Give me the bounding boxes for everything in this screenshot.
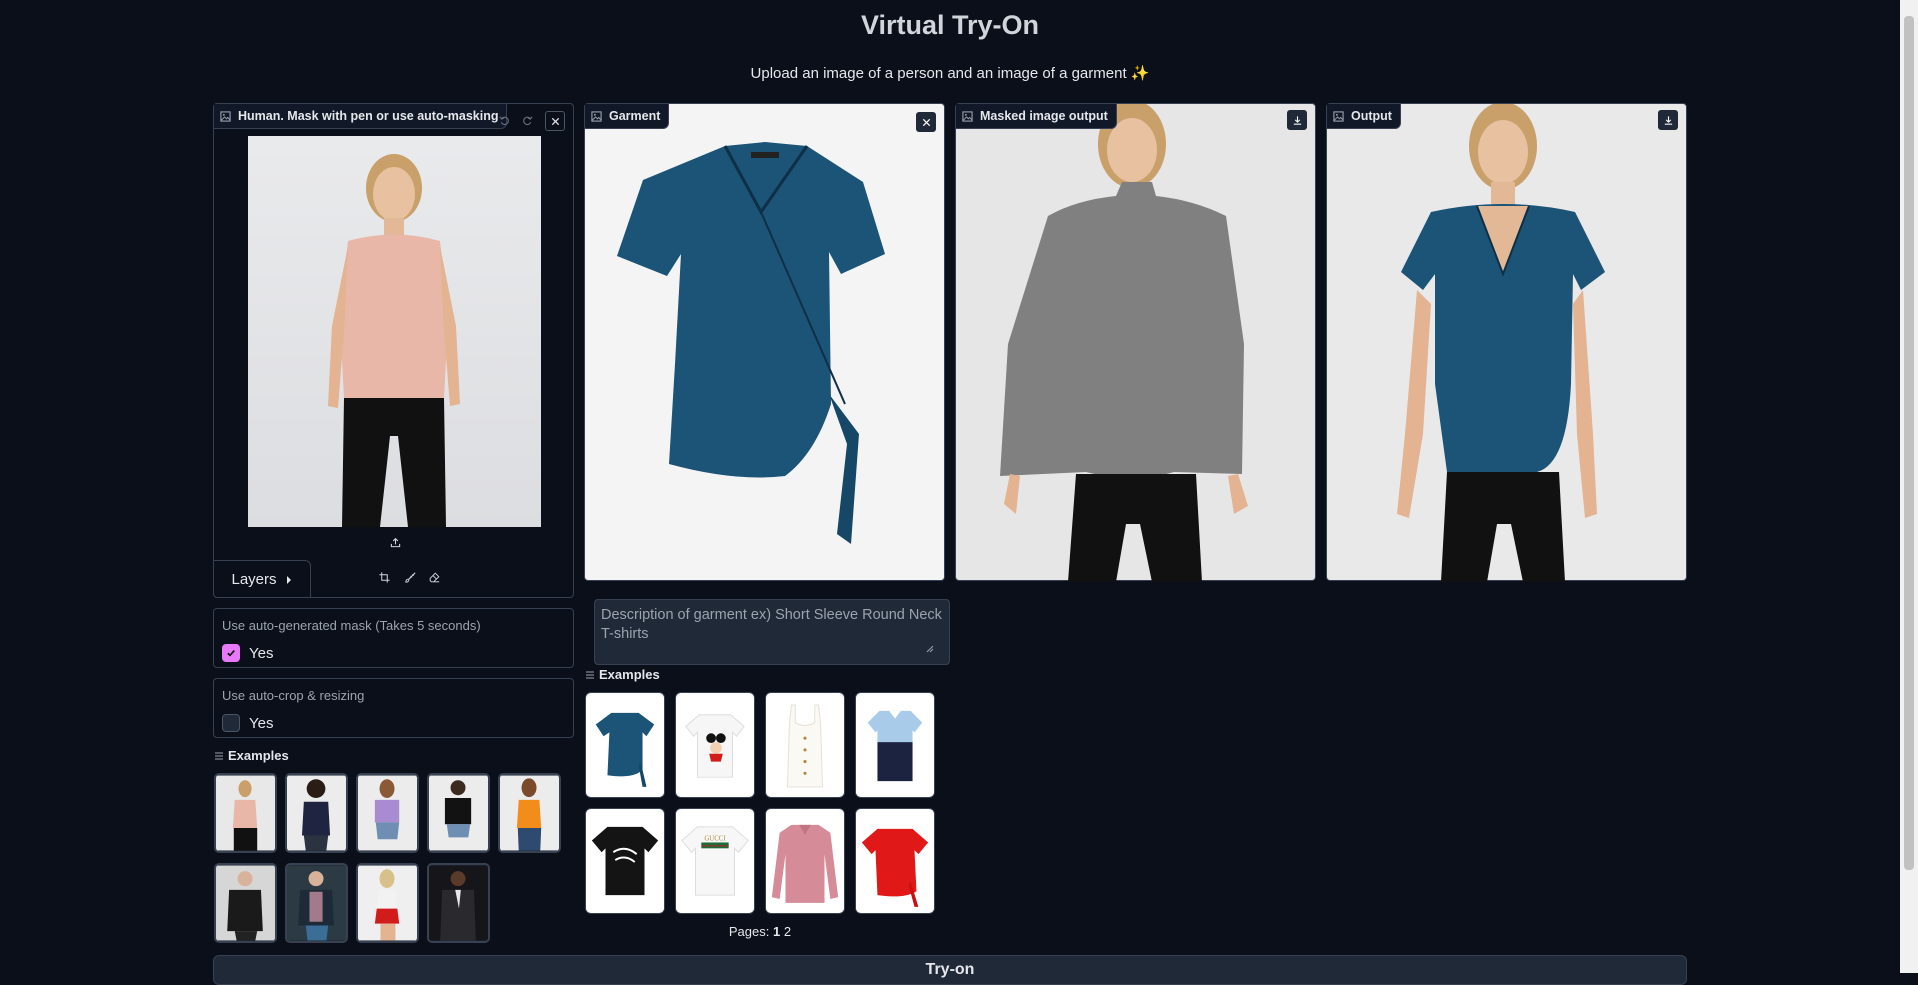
undo-icon[interactable] xyxy=(495,111,513,129)
garment-examples-title-text: Examples xyxy=(599,667,660,682)
garment-example-7[interactable] xyxy=(765,808,845,914)
masked-image xyxy=(1000,104,1248,582)
garment-panel-label: Garment xyxy=(585,104,670,129)
caret-right-icon xyxy=(286,575,291,584)
svg-text:GUCCI: GUCCI xyxy=(704,836,726,843)
resize-handle-icon[interactable] xyxy=(926,640,934,653)
download-icon[interactable] xyxy=(1287,110,1307,130)
scrollbar-thumb[interactable] xyxy=(1904,16,1914,870)
page-title: Virtual Try-On xyxy=(860,10,1040,40)
human-example-3[interactable] xyxy=(356,773,419,853)
garment-example-4[interactable] xyxy=(855,692,935,798)
human-image-editor[interactable]: Human. Mask with pen or use auto-masking… xyxy=(213,103,574,598)
crop-icon[interactable] xyxy=(374,567,394,587)
output-panel-label: Output xyxy=(1327,104,1401,129)
image-icon xyxy=(962,110,973,122)
brush-icon[interactable] xyxy=(400,567,420,587)
garment-example-2[interactable] xyxy=(675,692,755,798)
auto-mask-checkbox[interactable]: Yes xyxy=(222,644,273,662)
auto-mask-choice-label: Yes xyxy=(249,644,274,662)
checkbox-unchecked-icon[interactable] xyxy=(222,714,240,732)
garment-example-6[interactable]: GUCCI xyxy=(675,808,755,914)
download-icon[interactable] xyxy=(1658,110,1678,130)
human-image[interactable] xyxy=(248,136,541,527)
human-panel-label: Human. Mask with pen or use auto-masking xyxy=(214,104,508,129)
list-icon xyxy=(586,671,594,678)
masked-panel-label-text: Masked image output xyxy=(980,109,1108,123)
pages-label: Pages: xyxy=(728,924,770,939)
upload-icon[interactable] xyxy=(386,533,404,551)
masked-image-panel: Masked image output xyxy=(955,103,1316,582)
page-subtitle: Upload an image of a person and an image… xyxy=(750,65,1150,82)
layers-label: Layers xyxy=(231,571,277,588)
image-icon xyxy=(591,110,602,122)
redo-icon[interactable] xyxy=(518,111,536,129)
scrollbar[interactable] xyxy=(1900,0,1918,973)
human-example-2[interactable] xyxy=(285,773,348,853)
auto-crop-info: Use auto-crop & resizing xyxy=(222,688,365,703)
garment-image xyxy=(617,142,885,544)
garment-panel-label-text: Garment xyxy=(609,109,661,123)
human-panel-label-text: Human. Mask with pen or use auto-masking xyxy=(238,109,499,123)
image-icon xyxy=(1333,110,1344,122)
human-examples-title-text: Examples xyxy=(228,748,289,763)
auto-crop-choice-label: Yes xyxy=(249,714,274,732)
layers-button[interactable]: Layers xyxy=(214,560,311,598)
eraser-icon[interactable] xyxy=(424,567,444,587)
image-icon xyxy=(220,110,231,122)
output-image xyxy=(1397,104,1605,582)
output-image-panel: Output xyxy=(1326,103,1687,582)
auto-crop-option: Use auto-crop & resizing Yes xyxy=(213,678,574,738)
close-icon[interactable] xyxy=(916,112,936,132)
auto-mask-option: Use auto-generated mask (Takes 5 seconds… xyxy=(213,608,574,668)
page-1-link[interactable]: 1 xyxy=(773,924,780,939)
page-2-link[interactable]: 2 xyxy=(784,924,791,939)
close-icon[interactable] xyxy=(545,111,565,131)
human-example-8[interactable] xyxy=(356,863,419,943)
garment-example-8[interactable] xyxy=(855,808,935,914)
auto-mask-info: Use auto-generated mask (Takes 5 seconds… xyxy=(222,618,481,633)
garment-example-5[interactable] xyxy=(585,808,665,914)
human-example-5[interactable] xyxy=(498,773,561,853)
human-example-1[interactable] xyxy=(214,773,277,853)
list-icon xyxy=(215,752,223,759)
human-example-4[interactable] xyxy=(427,773,490,853)
try-on-button[interactable]: Try-on xyxy=(213,955,1687,985)
checkbox-checked-icon[interactable] xyxy=(222,644,240,662)
human-example-6[interactable] xyxy=(214,863,277,943)
garment-description-input[interactable] xyxy=(594,599,950,665)
output-panel-label-text: Output xyxy=(1351,109,1392,123)
garment-image-panel[interactable]: Garment xyxy=(584,103,945,581)
garment-example-1[interactable] xyxy=(585,692,665,798)
pagination: Pages: 1 2 xyxy=(585,924,935,939)
garment-example-3[interactable] xyxy=(765,692,845,798)
human-examples-title: Examples xyxy=(215,748,289,763)
masked-panel-label: Masked image output xyxy=(956,104,1117,129)
garment-examples-title: Examples xyxy=(586,667,660,682)
human-example-7[interactable] xyxy=(285,863,348,943)
auto-crop-checkbox[interactable]: Yes xyxy=(222,714,273,732)
human-example-9[interactable] xyxy=(427,863,490,943)
